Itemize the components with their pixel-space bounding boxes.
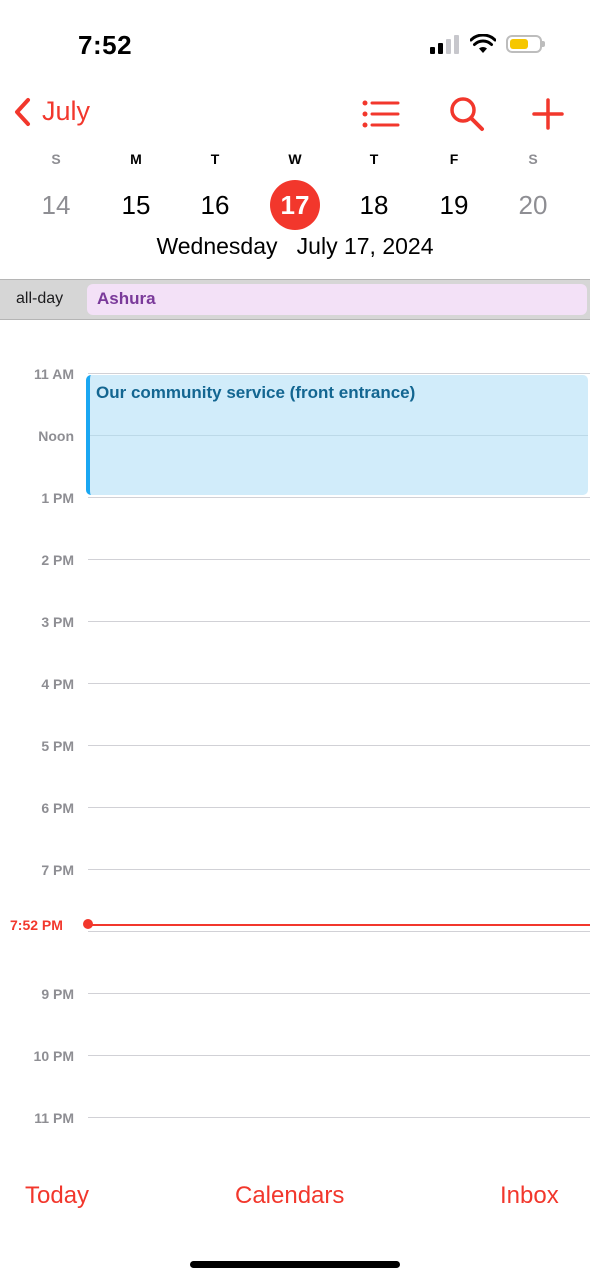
event-noon-line (90, 435, 588, 436)
weekday-letter: S (528, 151, 538, 167)
hour-line (88, 621, 590, 622)
hour-line (88, 993, 590, 994)
back-label: July (42, 96, 91, 126)
event-title: Our community service (front entrance) (96, 383, 416, 402)
hour-line (88, 1055, 590, 1056)
all-day-event-ashura[interactable]: Ashura (87, 284, 587, 315)
hour-line (88, 807, 590, 808)
search-icon[interactable] (449, 96, 485, 132)
status-time: 7:52 (78, 30, 133, 60)
status-icons (430, 34, 545, 54)
hour-line (88, 373, 590, 374)
hour-label: 5 PM (41, 738, 74, 754)
hour-line (88, 497, 590, 498)
hour-line (88, 1117, 590, 1118)
hour-line (88, 869, 590, 870)
list-icon[interactable] (362, 99, 400, 129)
weekday-letter: T (210, 151, 220, 167)
wifi-icon (470, 34, 496, 53)
battery-icon (506, 35, 545, 53)
hour-line (88, 745, 590, 746)
cellular-signal-icon (430, 35, 459, 54)
current-time-line (88, 924, 590, 926)
hour-label: 1 PM (41, 490, 74, 506)
day-20[interactable]: 20 (508, 183, 558, 227)
day-18[interactable]: 18 (349, 183, 399, 227)
day-17-selected[interactable]: 17 (270, 180, 320, 230)
weekday-letter: M (130, 151, 142, 167)
inbox-button[interactable]: Inbox (500, 1182, 559, 1210)
calendars-button[interactable]: Calendars (235, 1182, 344, 1210)
current-time-label: 7:52 PM (10, 917, 63, 933)
hour-label: 4 PM (41, 676, 74, 692)
add-icon[interactable] (532, 98, 564, 130)
weekday-letter: T (369, 151, 379, 167)
hour-line (88, 559, 590, 560)
selected-date-title: Wednesday July 17, 2024 (156, 233, 434, 259)
hour-label: Noon (38, 428, 74, 444)
hour-label: 11 PM (34, 1110, 74, 1126)
back-chevron-icon (15, 97, 30, 126)
hour-label: 3 PM (41, 614, 74, 630)
weekday-letter: S (51, 151, 61, 167)
hour-line (88, 931, 590, 932)
home-indicator[interactable] (190, 1261, 400, 1268)
today-button[interactable]: Today (25, 1182, 89, 1210)
hour-line (88, 683, 590, 684)
day-15[interactable]: 15 (111, 183, 161, 227)
hour-label: 6 PM (41, 800, 74, 816)
weekday-letter: W (288, 151, 302, 167)
hour-label: 2 PM (41, 552, 74, 568)
all-day-label: all-day (16, 290, 64, 307)
hour-label: 10 PM (33, 1048, 74, 1064)
hour-label: 7 PM (41, 862, 74, 878)
back-to-month-button[interactable]: July (12, 96, 90, 127)
hour-label: 11 AM (34, 366, 74, 382)
day-19[interactable]: 19 (429, 183, 479, 227)
weekday-letter: F (449, 151, 459, 167)
day-16[interactable]: 16 (190, 183, 240, 227)
hour-label: 9 PM (41, 986, 74, 1002)
day-14[interactable]: 14 (31, 183, 81, 227)
